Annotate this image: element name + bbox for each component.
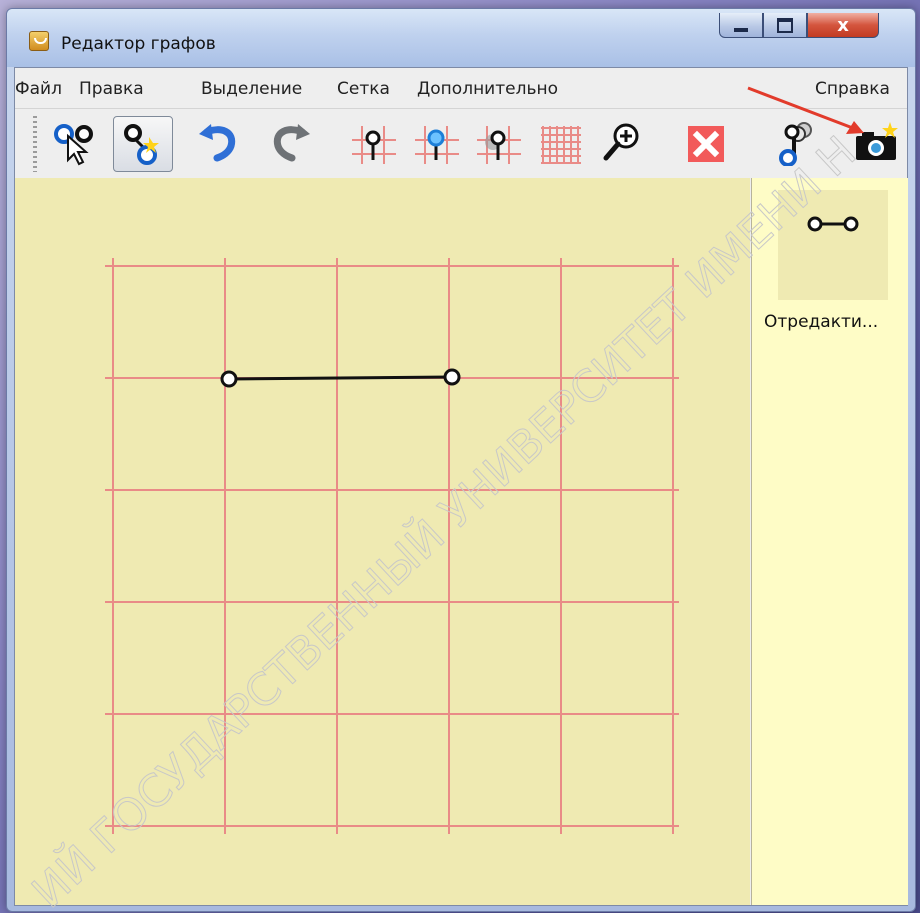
redo-icon [273, 124, 310, 162]
add-vertex-tool-button[interactable] [113, 116, 173, 172]
minimize-icon [734, 28, 748, 32]
grid-vertex-blue-tool-button[interactable] [408, 116, 466, 170]
menu-advanced[interactable]: Дополнительно [417, 79, 558, 99]
menu-grid[interactable]: Сетка [337, 79, 390, 99]
undo-icon [199, 124, 236, 162]
menu-edit[interactable]: Правка [79, 79, 144, 99]
graph-vertex [220, 370, 238, 388]
app-window: Редактор графов x Файл Правка Выделение … [6, 8, 916, 912]
client-area: Файл Правка Выделение Сетка Дополнительн… [14, 67, 908, 906]
grid-lines [105, 258, 679, 834]
delete-button[interactable] [677, 116, 735, 170]
graph-thumbnail[interactable] [778, 190, 888, 300]
menu-selection[interactable]: Выделение [201, 79, 302, 99]
toolbar [15, 110, 907, 176]
select-pointer-icon [54, 124, 93, 166]
title-bar[interactable]: Редактор графов x [7, 9, 915, 67]
maximize-icon [777, 17, 793, 33]
grid-vertex-icon [352, 126, 396, 164]
close-icon: x [837, 14, 849, 36]
window-title: Редактор графов [61, 34, 216, 54]
graph-vertex [443, 368, 461, 386]
grid-vertex-tool-button[interactable] [345, 116, 403, 170]
grid-and-graph [105, 258, 679, 834]
menu-help[interactable]: Справка [815, 79, 890, 99]
side-panel: Отредакти... [751, 178, 908, 905]
minimize-button[interactable] [719, 13, 763, 38]
grid-vertex-shadow-tool-button[interactable] [470, 116, 528, 170]
graph-tool-button[interactable] [769, 116, 827, 170]
grid-icon [541, 126, 581, 164]
close-button[interactable]: x [807, 13, 879, 38]
menu-file[interactable]: Файл [15, 79, 62, 99]
graph-edge [228, 375, 453, 381]
thumbnail-label: Отредакти... [764, 312, 879, 332]
delete-icon [688, 126, 724, 162]
menu-bar: Файл Правка Выделение Сетка Дополнительн… [15, 68, 907, 109]
grid-vertex-blue-icon [415, 126, 459, 164]
zoom-in-button[interactable] [593, 116, 651, 170]
grid-vertex-shadow-icon [477, 126, 521, 164]
zoom-in-icon [603, 123, 639, 161]
graph-tool-icon [779, 122, 812, 166]
grid-toggle-button[interactable] [532, 116, 590, 170]
undo-button[interactable] [190, 116, 248, 170]
add-vertex-icon [124, 124, 159, 165]
snapshot-button[interactable] [847, 116, 905, 170]
select-tool-button[interactable] [47, 116, 105, 170]
maximize-button[interactable] [763, 13, 807, 38]
redo-button[interactable] [261, 116, 319, 170]
thumbnail-graph-icon [807, 216, 859, 232]
toolbar-grip[interactable] [33, 116, 37, 172]
java-app-icon [29, 31, 49, 51]
graph-canvas[interactable] [15, 178, 750, 905]
snapshot-camera-icon [856, 122, 898, 160]
